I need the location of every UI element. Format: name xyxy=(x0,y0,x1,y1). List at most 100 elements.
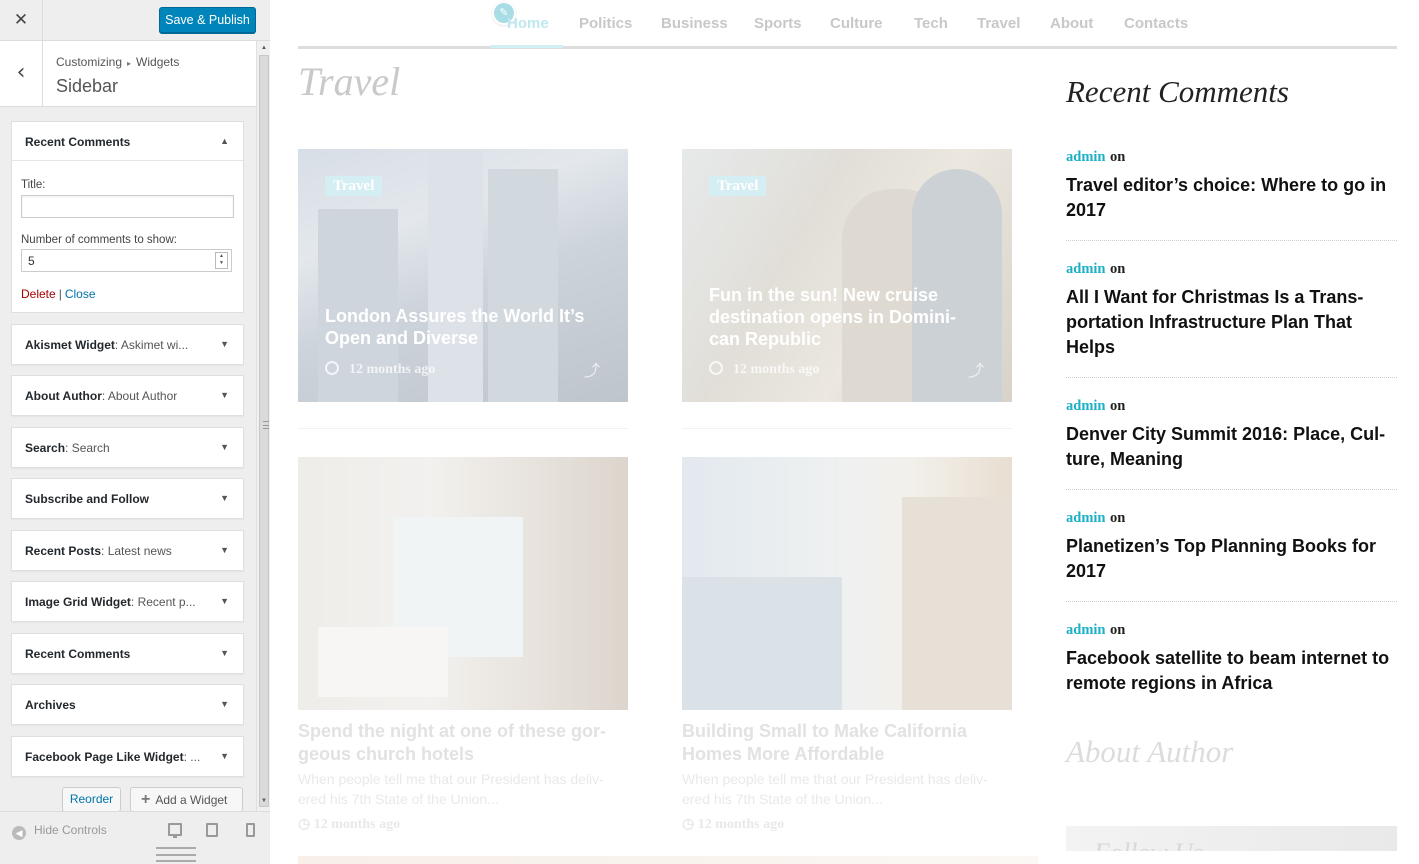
post-thumbnail[interactable] xyxy=(682,457,1012,710)
comment-author[interactable]: admin xyxy=(1066,510,1106,526)
section-header: ‹ Customizing ▸ Widgets Sidebar xyxy=(0,41,256,107)
category-tag[interactable]: Travel xyxy=(325,176,383,196)
widget-recent-comments[interactable]: Recent Comments ▼ xyxy=(11,633,244,674)
comment-divider xyxy=(1066,601,1397,602)
comment-author[interactable]: admin xyxy=(1066,398,1106,414)
widget-actions: Delete | Close xyxy=(21,287,96,301)
comment-divider xyxy=(1066,489,1397,490)
widget-divider xyxy=(12,160,243,161)
save-publish-button[interactable]: Save & Publish xyxy=(159,7,256,33)
comment-on: on xyxy=(1109,510,1126,526)
breadcrumb: Customizing ▸ Widgets xyxy=(56,55,179,69)
nav-sports[interactable]: Sports xyxy=(754,15,802,32)
expand-arrow-icon[interactable]: ▼ xyxy=(220,648,229,658)
post-time: 12 months ago xyxy=(325,361,435,378)
collapse-arrow-icon[interactable]: ▲ xyxy=(220,136,229,146)
expand-arrow-icon[interactable]: ▼ xyxy=(220,442,229,452)
category-tag[interactable]: Travel xyxy=(709,176,767,196)
expand-arrow-icon[interactable]: ▼ xyxy=(220,390,229,400)
comment-post-title[interactable]: Facebook satellite to beam internet to r… xyxy=(1066,646,1398,696)
widget-image-grid[interactable]: Image Grid Widget: Recent p... ▼ xyxy=(11,581,244,622)
widget-facebook-page-like[interactable]: Facebook Page Like Widget: ... ▼ xyxy=(11,736,244,777)
expand-arrow-icon[interactable]: ▼ xyxy=(220,596,229,606)
add-widget-button[interactable]: + Add a Widget xyxy=(130,787,243,812)
hide-controls-label: Hide Controls xyxy=(34,823,107,837)
comment-count-value: 5 xyxy=(28,254,35,268)
widget-about-author[interactable]: About Author: About Author ▼ xyxy=(11,375,244,416)
grip-icon xyxy=(263,421,269,429)
nav-about[interactable]: About xyxy=(1050,15,1093,32)
widget-subtitle: : ... xyxy=(183,750,201,764)
breadcrumb-separator: ▸ xyxy=(127,59,132,68)
desktop-preview-icon[interactable] xyxy=(168,823,182,838)
featured-post-card[interactable]: Travel London Assures the World It’s Ope… xyxy=(298,149,628,402)
comment-count-input[interactable]: 5 ▲ ▼ xyxy=(21,249,232,272)
featured-post-title[interactable]: Fun in the sun! New cruise destination o… xyxy=(709,284,989,350)
post-divider xyxy=(682,428,1012,429)
scrollbar-thumb[interactable] xyxy=(259,55,269,807)
scroll-up-arrow-icon[interactable]: ▲ xyxy=(261,45,267,51)
post-time: ◷ 12 months ago xyxy=(682,816,784,833)
widget-name: Akismet Widget xyxy=(25,338,115,352)
reorder-button[interactable]: Reorder xyxy=(62,787,121,812)
resize-grabber-icon[interactable] xyxy=(156,847,196,863)
back-arrow-icon[interactable]: ‹ xyxy=(0,41,43,106)
scroll-down-arrow-icon[interactable]: ▼ xyxy=(261,798,267,804)
widget-subtitle: : Search xyxy=(65,441,110,455)
nav-contacts[interactable]: Contacts xyxy=(1124,15,1188,32)
widget-akismet[interactable]: Akismet Widget: Askimet wi... ▼ xyxy=(11,324,244,365)
hide-controls-button[interactable]: ◀ Hide Controls xyxy=(12,823,107,840)
close-icon[interactable]: ✕ xyxy=(0,0,43,41)
featured-post-title[interactable]: London Assures the World It’s Open and D… xyxy=(325,305,605,349)
nav-tech[interactable]: Tech xyxy=(914,15,948,32)
widget-archives[interactable]: Archives ▼ xyxy=(11,684,244,725)
widget-name: Search xyxy=(25,441,66,455)
comment-count-label: Number of comments to show: xyxy=(21,234,177,246)
nav-home[interactable]: Home xyxy=(507,15,549,32)
share-icon[interactable]: ⤴ xyxy=(968,357,984,381)
number-spinner[interactable]: ▲ ▼ xyxy=(215,252,228,269)
tablet-preview-icon[interactable] xyxy=(206,823,218,837)
widget-name: Recent Posts xyxy=(25,544,102,558)
comment-post-title[interactable]: Planetizen’s Top Planning Books for 2017 xyxy=(1066,534,1398,584)
widget-search[interactable]: Search: Search ▼ xyxy=(11,427,244,468)
title-input[interactable] xyxy=(21,195,234,218)
post-time-label: 12 months ago xyxy=(313,817,401,832)
widget-name: Image Grid Widget xyxy=(25,595,131,609)
comment-post-title[interactable]: Denver City Summit 2016: Place, Cul- tur… xyxy=(1066,422,1398,472)
image-fade-overlay xyxy=(298,457,628,710)
comment-post-title[interactable]: Travel editor’s choice: Where to go in 2… xyxy=(1066,173,1398,223)
comment-author[interactable]: admin xyxy=(1066,149,1106,165)
widget-title[interactable]: Recent Comments xyxy=(25,135,130,149)
post-title[interactable]: Spend the night at one of these gor- geo… xyxy=(298,720,633,766)
post-title[interactable]: Building Small to Make California Homes … xyxy=(682,720,1017,766)
nav-politics[interactable]: Politics xyxy=(579,15,632,32)
mobile-preview-icon[interactable] xyxy=(246,823,255,837)
widget-subscribe-follow[interactable]: Subscribe and Follow ▼ xyxy=(11,478,244,519)
widget-subtitle: : About Author xyxy=(101,389,178,403)
close-link[interactable]: Close xyxy=(65,287,96,301)
expand-arrow-icon[interactable]: ▼ xyxy=(220,751,229,761)
expand-arrow-icon[interactable]: ▼ xyxy=(220,699,229,709)
actions-separator: | xyxy=(58,287,62,301)
nav-culture[interactable]: Culture xyxy=(830,15,883,32)
post-thumbnail[interactable] xyxy=(298,457,628,710)
comment-author[interactable]: admin xyxy=(1066,261,1106,277)
next-row-image-edge xyxy=(298,856,1038,864)
widget-subtitle: : Recent p... xyxy=(130,595,196,609)
post-time: 12 months ago xyxy=(709,361,819,378)
delete-link[interactable]: Delete xyxy=(21,287,56,301)
comment-post-title[interactable]: All I Want for Christmas Is a Trans- por… xyxy=(1066,285,1398,360)
widget-name: Archives xyxy=(25,698,76,712)
expand-arrow-icon[interactable]: ▼ xyxy=(220,493,229,503)
nav-travel[interactable]: Travel xyxy=(977,15,1020,32)
widget-recent-posts[interactable]: Recent Posts: Latest news ▼ xyxy=(11,530,244,571)
expand-arrow-icon[interactable]: ▼ xyxy=(220,339,229,349)
panel-scrollbar[interactable]: ▲ ▼ xyxy=(256,41,270,811)
featured-post-card[interactable]: Travel Fun in the sun! New cruise destin… xyxy=(682,149,1012,402)
share-icon[interactable]: ⤴ xyxy=(584,357,600,381)
comment-author[interactable]: admin xyxy=(1066,622,1106,638)
comment-on: on xyxy=(1109,149,1126,165)
nav-business[interactable]: Business xyxy=(661,15,728,32)
expand-arrow-icon[interactable]: ▼ xyxy=(220,545,229,555)
